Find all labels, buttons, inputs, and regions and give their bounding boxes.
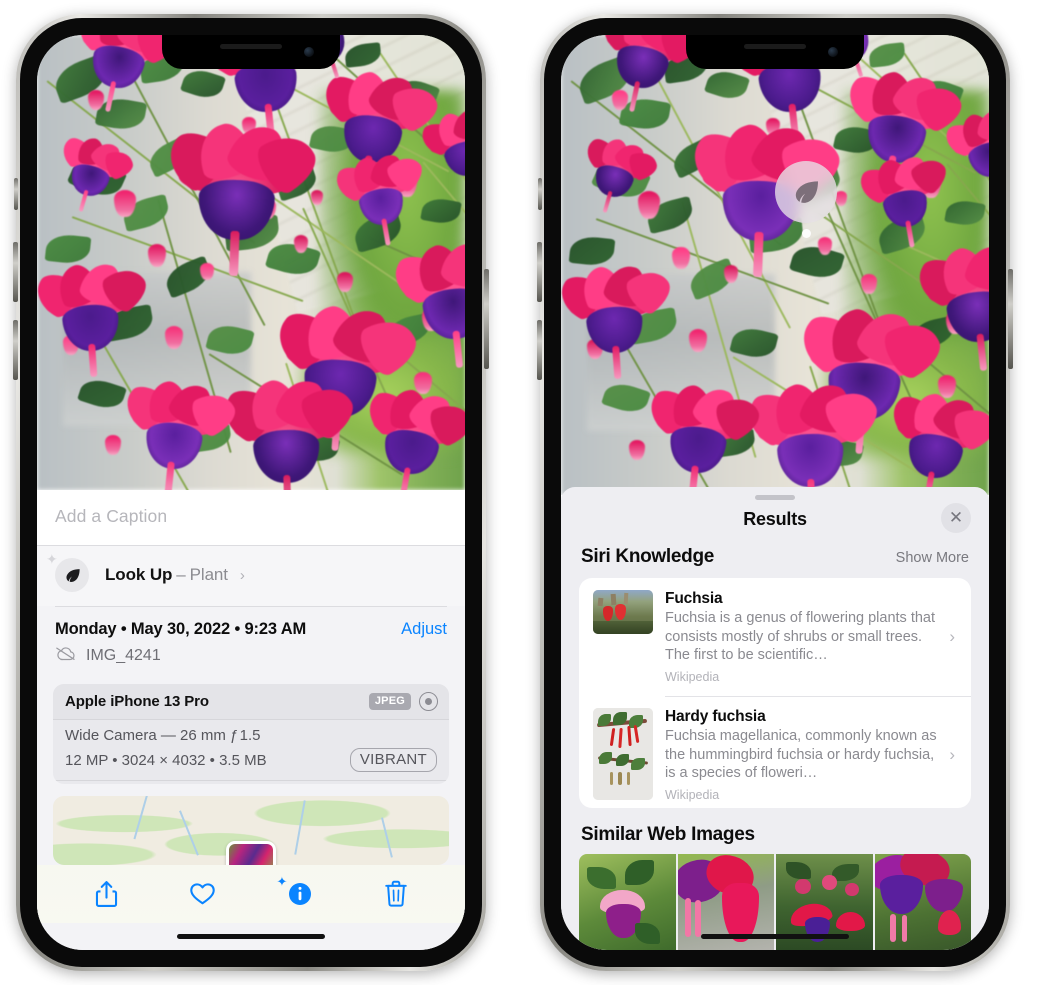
knowledge-title: Hardy fuchsia: [665, 707, 766, 725]
trash-icon[interactable]: [384, 880, 408, 908]
front-camera-icon: [304, 47, 314, 57]
phone-screen-right: Results ✕ Siri Knowledge Show More Fuchs…: [561, 35, 989, 950]
home-indicator[interactable]: [177, 934, 325, 939]
adjust-button[interactable]: Adjust: [401, 620, 447, 639]
home-indicator[interactable]: [701, 934, 849, 939]
results-header: Results ✕: [561, 500, 989, 544]
power-button[interactable]: [484, 269, 489, 369]
look-up-dash: –: [176, 565, 186, 584]
exif-card[interactable]: Apple iPhone 13 Pro JPEG Wide Camera — 2…: [53, 684, 449, 785]
visual-look-up-badge[interactable]: [775, 161, 837, 238]
power-button[interactable]: [1008, 269, 1013, 369]
front-camera-icon: [828, 47, 838, 57]
knowledge-description: Fuchsia is a genus of flowering plants t…: [665, 609, 936, 664]
exif-device-row: Apple iPhone 13 Pro JPEG: [53, 684, 449, 720]
chevron-right-icon: ›: [949, 745, 955, 765]
share-icon[interactable]: [95, 880, 118, 908]
exif-stats-row: ISO 50 26 mm 0 ev ƒ 1.5 1/181 s: [53, 780, 449, 784]
similar-image-thumbnail[interactable]: [579, 854, 676, 950]
cloud-slash-icon: [55, 646, 76, 666]
caption-field-row[interactable]: Add a Caption: [37, 490, 465, 546]
notch: [686, 35, 864, 69]
photo-viewer[interactable]: [37, 35, 465, 490]
photo-filename: IMG_4241: [86, 647, 161, 664]
leaf-icon: ✦: [46, 552, 89, 592]
siri-knowledge-header: Siri Knowledge Show More: [561, 544, 989, 578]
look-up-subject: Plant: [189, 565, 228, 584]
similar-web-images-header: Similar Web Images: [561, 808, 989, 854]
look-up-label: Look Up – Plant: [105, 565, 228, 585]
notch: [162, 35, 340, 69]
map-photo-pin: [226, 841, 276, 866]
caption-placeholder: Add a Caption: [55, 506, 168, 526]
photo-info-sheet: Add a Caption ✦ Look Up – Plant › Monday…: [37, 490, 465, 950]
chevron-right-icon: ›: [949, 626, 955, 646]
similar-image-thumbnail[interactable]: [874, 854, 971, 950]
knowledge-thumbnail: [593, 589, 653, 634]
knowledge-title: Fuchsia: [665, 589, 723, 607]
sparkle-icon: ✦: [46, 551, 58, 567]
look-up-title: Look Up: [105, 565, 173, 584]
silent-switch[interactable]: [538, 178, 542, 210]
silent-switch[interactable]: [14, 178, 18, 210]
phone-screen-left: Add a Caption ✦ Look Up – Plant › Monday…: [37, 35, 465, 950]
exif-size-line: 12 MP • 3024 × 4032 • 3.5 MB: [65, 751, 267, 769]
badge-anchor-dot: [801, 229, 811, 238]
knowledge-source: Wikipedia: [665, 788, 720, 803]
sparkle-icon: ✦: [276, 873, 288, 889]
iphone-right-visual-lookup: Results ✕ Siri Knowledge Show More Fuchs…: [537, 14, 1013, 971]
format-chip: JPEG: [368, 693, 411, 710]
siri-knowledge-title: Siri Knowledge: [581, 545, 715, 567]
earpiece-speaker: [744, 44, 806, 49]
hdr-ring-icon: [419, 692, 438, 711]
list-item[interactable]: Fuchsia Fuchsia is a genus of flowering …: [579, 578, 971, 696]
knowledge-thumbnail: [593, 707, 653, 800]
siri-knowledge-card-group: Fuchsia Fuchsia is a genus of flowering …: [579, 577, 971, 808]
photo-metadata-block: Monday • May 30, 2022 • 9:23 AM Adjust I…: [37, 606, 465, 672]
knowledge-source: Wikipedia: [665, 669, 720, 684]
location-map-thumbnail[interactable]: [53, 796, 449, 866]
heart-icon[interactable]: [189, 881, 216, 906]
volume-up-button[interactable]: [13, 242, 18, 302]
photo-viewer[interactable]: [561, 35, 989, 495]
photo-date: Monday • May 30, 2022 • 9:23 AM: [55, 620, 307, 638]
exif-lens-line: Wide Camera — 26 mm ƒ 1.5: [65, 727, 261, 744]
volume-down-button[interactable]: [13, 320, 18, 380]
screenshot-canvas: Add a Caption ✦ Look Up – Plant › Monday…: [0, 0, 1055, 985]
exif-body: Wide Camera — 26 mm ƒ 1.5 12 MP • 3024 ×…: [53, 720, 449, 780]
volume-up-button[interactable]: [537, 242, 542, 302]
iphone-left-photos-info: Add a Caption ✦ Look Up – Plant › Monday…: [13, 14, 489, 971]
look-up-row[interactable]: ✦ Look Up – Plant ›: [37, 546, 465, 606]
close-icon[interactable]: ✕: [941, 502, 971, 533]
results-title: Results: [743, 508, 807, 529]
similar-web-images-title: Similar Web Images: [581, 824, 755, 845]
info-sparkle-icon[interactable]: ✦: [277, 874, 313, 907]
volume-down-button[interactable]: [537, 320, 542, 380]
earpiece-speaker: [220, 44, 282, 49]
photos-toolbar: ✦: [37, 865, 465, 923]
photographic-style-chip: VIBRANT: [349, 748, 437, 772]
knowledge-description: Fuchsia magellanica, commonly known as t…: [665, 727, 937, 782]
list-item[interactable]: Hardy fuchsia Fuchsia magellanica, commo…: [579, 695, 971, 808]
leaf-icon: [795, 181, 818, 203]
show-more-button[interactable]: Show More: [896, 550, 969, 566]
chevron-right-icon: ›: [239, 566, 245, 584]
exif-device-name: Apple iPhone 13 Pro: [65, 693, 209, 710]
visual-look-up-results-sheet: Results ✕ Siri Knowledge Show More Fuchs…: [561, 487, 989, 950]
